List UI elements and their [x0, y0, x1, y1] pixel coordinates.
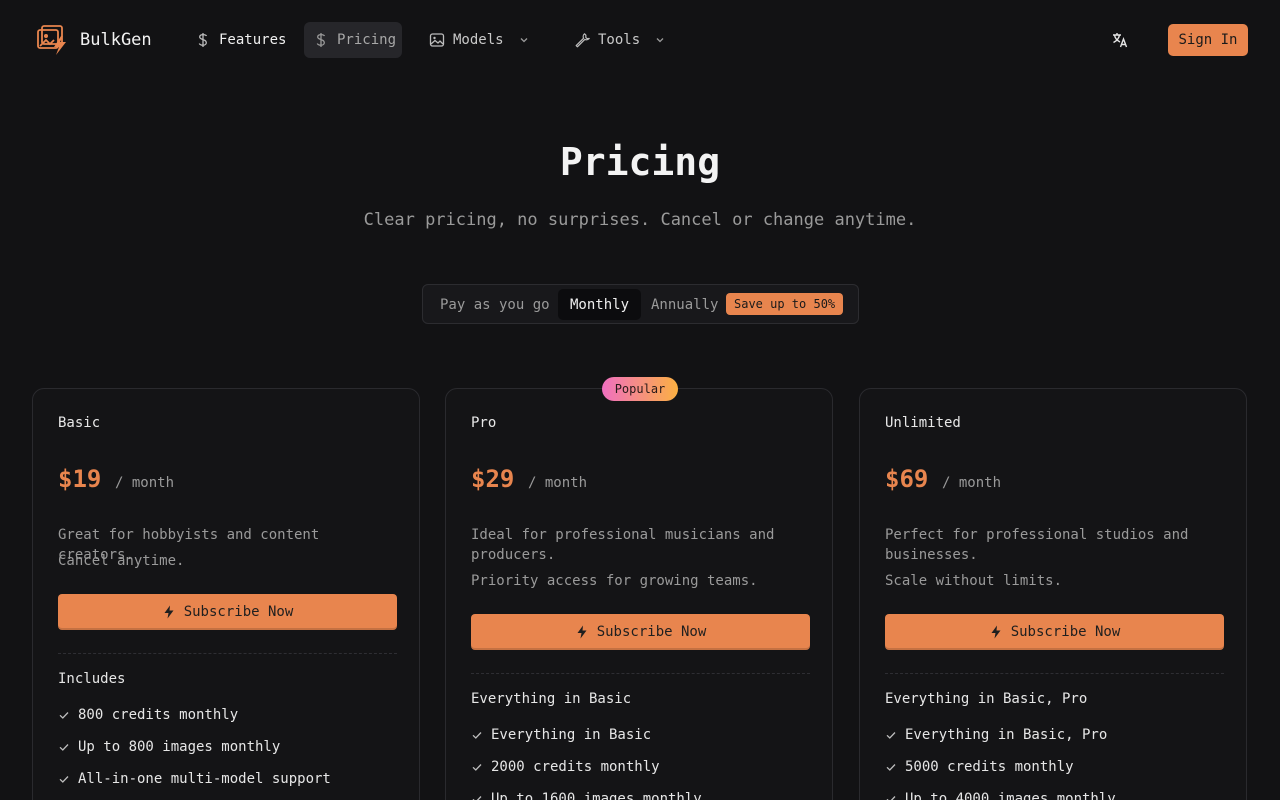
- plan-period: / month: [115, 475, 175, 491]
- billing-period-toggle: Pay as you go Monthly Annually Save up t…: [422, 284, 859, 324]
- chevron-down-icon: [654, 34, 666, 46]
- feature-label: Up to 1600 images monthly: [491, 791, 702, 800]
- feature-label: 800 credits monthly: [78, 707, 239, 723]
- check-icon: [471, 793, 483, 800]
- subscribe-button[interactable]: Subscribe Now: [471, 614, 810, 650]
- feature-label: Up to 4000 images monthly: [905, 791, 1116, 800]
- feature-item: 800 credits monthly: [58, 707, 238, 723]
- includes-title: Includes: [58, 671, 126, 687]
- language-translate-icon[interactable]: [1110, 30, 1130, 50]
- chevron-down-icon: [518, 34, 530, 46]
- feature-label: 2000 credits monthly: [491, 759, 660, 775]
- plan-name: Pro: [471, 415, 497, 431]
- plan-price: $29: [471, 465, 515, 493]
- nav-item-label: Tools: [598, 32, 641, 48]
- billing-option-pay-as-you-go[interactable]: Pay as you go: [428, 289, 562, 320]
- save-badge: Save up to 50%: [726, 293, 844, 315]
- popular-badge: Popular: [602, 377, 678, 401]
- feature-label: All-in-one multi-model support: [78, 771, 331, 787]
- feature-item: Up to 1600 images monthly: [471, 791, 702, 800]
- includes-title: Everything in Basic, Pro: [885, 691, 1088, 707]
- check-icon: [58, 709, 70, 721]
- feature-item: Up to 4000 images monthly: [885, 791, 1116, 800]
- nav-item-label: Models: [453, 32, 504, 48]
- feature-item: All-in-one multi-model support: [58, 771, 331, 787]
- nav-item-label: Pricing: [337, 32, 397, 48]
- plan-note: Scale without limits.: [885, 573, 1063, 589]
- feature-item: Up to 800 images monthly: [58, 739, 280, 755]
- plan-name: Unlimited: [885, 415, 961, 431]
- billing-option-annually[interactable]: Annually: [639, 289, 730, 320]
- check-icon: [58, 741, 70, 753]
- subscribe-button[interactable]: Subscribe Now: [58, 594, 397, 630]
- nav-item-features[interactable]: Features: [186, 22, 295, 58]
- plan-name: Basic: [58, 415, 101, 431]
- subscribe-button-label: Subscribe Now: [1010, 624, 1121, 640]
- feature-label: 5000 credits monthly: [905, 759, 1074, 775]
- divider: [471, 673, 810, 674]
- plan-period: / month: [942, 475, 1002, 491]
- feature-item: Everything in Basic: [471, 727, 651, 743]
- subscribe-button-label: Subscribe Now: [183, 604, 294, 620]
- plan-note: Cancel anytime.: [58, 553, 185, 569]
- image-icon: [429, 32, 445, 48]
- plan-card-pro: Pro $29 / month Ideal for professional m…: [445, 388, 833, 800]
- brand-name[interactable]: BulkGen: [80, 30, 152, 50]
- includes-title: Everything in Basic: [471, 691, 632, 707]
- plan-price: $19: [58, 465, 102, 493]
- feature-item: 2000 credits monthly: [471, 759, 660, 775]
- check-icon: [471, 761, 483, 773]
- feature-item: 5000 credits monthly: [885, 759, 1074, 775]
- check-icon: [885, 729, 897, 741]
- nav-item-label: Features: [219, 32, 287, 48]
- wrench-icon: [574, 32, 590, 48]
- bolt-icon: [162, 605, 176, 619]
- plan-description: Ideal for professional musicians and pro…: [471, 527, 775, 563]
- check-icon: [885, 761, 897, 773]
- plan-card-basic: Basic $19 / month Great for hobbyists an…: [32, 388, 420, 800]
- plan-price: $69: [885, 465, 929, 493]
- bolt-icon: [575, 625, 589, 639]
- bolt-icon: [989, 625, 1003, 639]
- feature-label: Everything in Basic, Pro: [905, 727, 1108, 743]
- dollar-icon: [313, 32, 329, 48]
- feature-item: Everything in Basic, Pro: [885, 727, 1107, 743]
- billing-option-monthly[interactable]: Monthly: [558, 289, 642, 320]
- feature-label: Up to 800 images monthly: [78, 739, 281, 755]
- dollar-icon: [195, 32, 211, 48]
- top-nav: BulkGen Features Pricing Models Tools Si: [0, 0, 1280, 80]
- nav-item-models[interactable]: Models: [420, 22, 539, 58]
- page-subtitle: Clear pricing, no surprises. Cancel or c…: [363, 210, 917, 230]
- check-icon: [885, 793, 897, 800]
- feature-label: Everything in Basic: [491, 727, 652, 743]
- divider: [58, 653, 397, 654]
- check-icon: [58, 773, 70, 785]
- subscribe-button[interactable]: Subscribe Now: [885, 614, 1224, 650]
- check-icon: [471, 729, 483, 741]
- plan-note: Priority access for growing teams.: [471, 573, 758, 589]
- divider: [885, 673, 1224, 674]
- bulkgen-logo-icon[interactable]: [36, 24, 70, 56]
- plan-card-unlimited: Unlimited $69 / month Perfect for profes…: [859, 388, 1247, 800]
- page-title: Pricing: [559, 140, 721, 184]
- plan-description: Perfect for professional studios and bus…: [885, 527, 1189, 563]
- nav-item-tools[interactable]: Tools: [565, 22, 675, 58]
- plan-period: / month: [528, 475, 588, 491]
- subscribe-button-label: Subscribe Now: [596, 624, 707, 640]
- nav-item-pricing[interactable]: Pricing: [304, 22, 402, 58]
- sign-in-button[interactable]: Sign In: [1168, 24, 1248, 56]
